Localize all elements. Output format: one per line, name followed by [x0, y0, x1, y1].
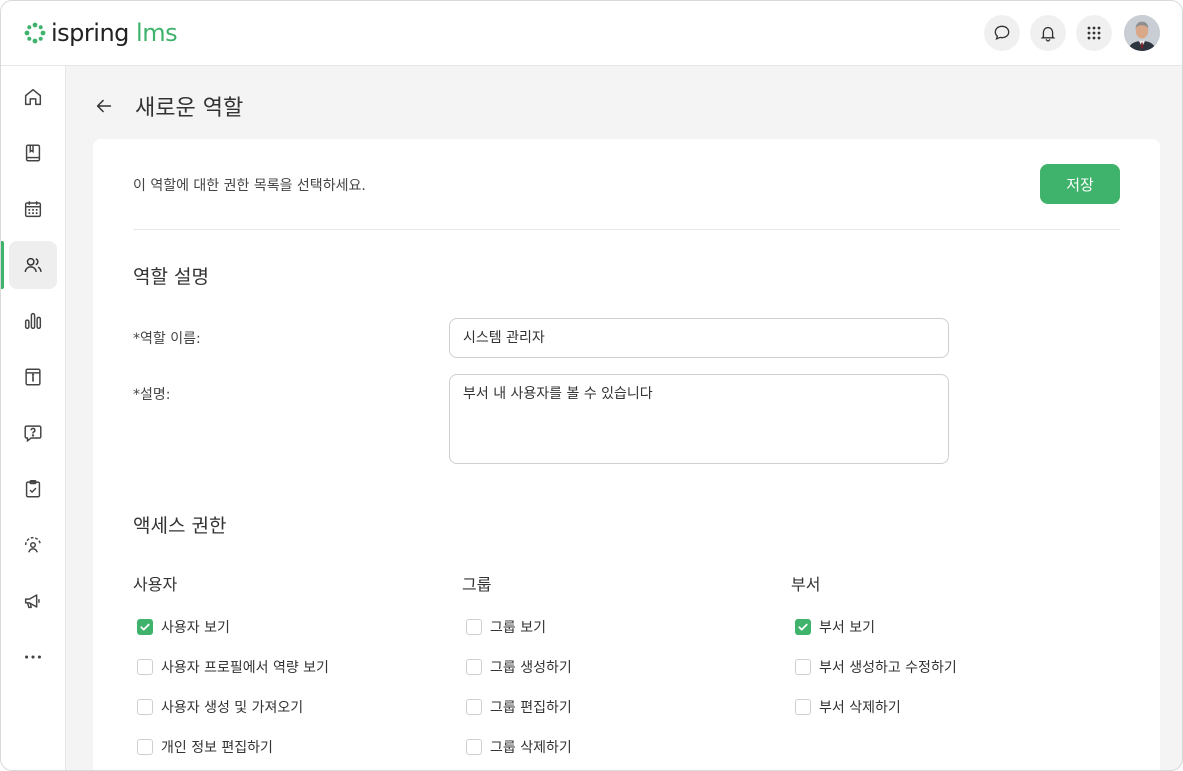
active-indicator [1, 241, 4, 289]
apps-grid-icon [1087, 26, 1101, 40]
nav-users[interactable] [9, 241, 57, 289]
column-title: 사용자 [133, 575, 178, 594]
checkbox[interactable] [137, 659, 153, 675]
notifications-button[interactable] [1030, 15, 1066, 51]
checkbox[interactable] [137, 619, 153, 635]
logo[interactable]: ispring lms [23, 17, 178, 49]
bar-chart-icon [24, 312, 42, 330]
intro-text: 이 역할에 대한 권한 목록을 선택하세요. [133, 178, 366, 194]
book-icon [25, 144, 41, 162]
permission-edit-groups[interactable]: 그룹 편집하기 [466, 687, 762, 727]
permission-view-users[interactable]: 사용자 보기 [137, 607, 433, 647]
permission-label: 사용자 프로필에서 역량 보기 [161, 660, 329, 676]
column-title: 부서 [791, 575, 821, 594]
checkbox[interactable] [137, 699, 153, 715]
permission-label: 그룹 생성하기 [490, 660, 572, 676]
divider [133, 229, 1120, 230]
description-label: *설명: [133, 387, 171, 403]
nav-tasks[interactable] [9, 465, 57, 513]
role-description-title: 역할 설명 [133, 266, 209, 288]
nav-learning[interactable] [9, 129, 57, 177]
checkmark-icon [798, 623, 808, 631]
checkbox[interactable] [466, 659, 482, 675]
app-window: ispring lms 새로운 역할 이 역할에 대한 권한 목록을 선택하세요… [0, 0, 1183, 771]
save-button[interactable]: 저장 [1040, 164, 1120, 204]
checkbox[interactable] [137, 739, 153, 755]
checkbox[interactable] [795, 699, 811, 715]
permission-label: 그룹 편집하기 [490, 700, 572, 716]
bell-icon [1040, 26, 1056, 42]
permission-create-import-users[interactable]: 사용자 생성 및 가져오기 [137, 687, 433, 727]
info-catalog-icon [25, 368, 41, 386]
permission-label: 부서 생성하고 수정하기 [819, 660, 957, 676]
nav-more[interactable] [9, 633, 57, 681]
header-actions [984, 15, 1160, 51]
nav-announcements[interactable] [9, 577, 57, 625]
permission-view-competencies[interactable]: 사용자 프로필에서 역량 보기 [137, 647, 433, 687]
apps-button[interactable] [1076, 15, 1112, 51]
users-icon [24, 257, 42, 273]
sidebar [1, 66, 66, 770]
page-title: 새로운 역할 [135, 96, 244, 121]
ispring-logo-icon [24, 22, 46, 44]
checkbox[interactable] [466, 619, 482, 635]
permissions-column-departments: 부서 부서 보기 부서 생성하고 수정하기 부서 삭제하기 [791, 571, 1091, 727]
back-button[interactable] [93, 95, 115, 117]
home-icon [24, 88, 42, 106]
permission-label: 사용자 생성 및 가져오기 [161, 700, 304, 716]
nav-reports[interactable] [9, 297, 57, 345]
checkbox[interactable] [466, 739, 482, 755]
column-title: 그룹 [462, 575, 492, 594]
nav-performance[interactable] [9, 521, 57, 569]
nav-questions[interactable] [9, 409, 57, 457]
chat-icon [994, 25, 1010, 40]
checkbox[interactable] [795, 619, 811, 635]
description-textarea[interactable]: 부서 내 사용자를 볼 수 있습니다 [449, 374, 949, 464]
access-rights-title: 액세스 권한 [133, 515, 227, 537]
question-bubble-icon [24, 425, 42, 443]
permissions-column-groups: 그룹 그룹 보기 그룹 생성하기 그룹 편집하기 그룹 삭제하기 [462, 571, 762, 767]
permission-delete-departments[interactable]: 부서 삭제하기 [795, 687, 1091, 727]
permission-label: 그룹 보기 [490, 620, 546, 636]
calendar-icon [24, 201, 42, 218]
user-avatar[interactable] [1124, 15, 1160, 51]
permission-label: 부서 삭제하기 [819, 700, 901, 716]
chat-button[interactable] [984, 15, 1020, 51]
more-icon [25, 655, 41, 659]
megaphone-icon [24, 594, 40, 609]
arrow-left-icon [96, 99, 112, 113]
checkmark-icon [140, 623, 150, 631]
nav-home[interactable] [9, 73, 57, 121]
checkbox[interactable] [466, 699, 482, 715]
nav-calendar[interactable] [9, 185, 57, 233]
permissions-column-users: 사용자 사용자 보기 사용자 프로필에서 역량 보기 사용자 생성 및 가져오기… [133, 571, 433, 767]
avatar-image [1124, 15, 1160, 51]
permission-label: 부서 보기 [819, 620, 875, 636]
clipboard-check-icon [25, 480, 41, 498]
permission-view-groups[interactable]: 그룹 보기 [466, 607, 762, 647]
top-bar: ispring lms [1, 1, 1182, 66]
permission-delete-groups[interactable]: 그룹 삭제하기 [466, 727, 762, 767]
permission-label: 그룹 삭제하기 [490, 740, 572, 756]
user-target-icon [24, 537, 42, 553]
permission-create-groups[interactable]: 그룹 생성하기 [466, 647, 762, 687]
permission-edit-personal-info[interactable]: 개인 정보 편집하기 [137, 727, 433, 767]
role-name-label: *역할 이름: [133, 331, 201, 347]
nav-catalog[interactable] [9, 353, 57, 401]
permission-label: 개인 정보 편집하기 [161, 740, 273, 756]
role-form-card: 이 역할에 대한 권한 목록을 선택하세요. 저장 역할 설명 *역할 이름: … [93, 139, 1160, 770]
role-name-input[interactable]: 시스템 관리자 [449, 318, 949, 358]
page-header: 새로운 역할 [93, 89, 243, 123]
permission-create-edit-departments[interactable]: 부서 생성하고 수정하기 [795, 647, 1091, 687]
permission-label: 사용자 보기 [161, 620, 230, 636]
logo-text: ispring lms [51, 19, 178, 47]
checkbox[interactable] [795, 659, 811, 675]
permission-view-departments[interactable]: 부서 보기 [795, 607, 1091, 647]
